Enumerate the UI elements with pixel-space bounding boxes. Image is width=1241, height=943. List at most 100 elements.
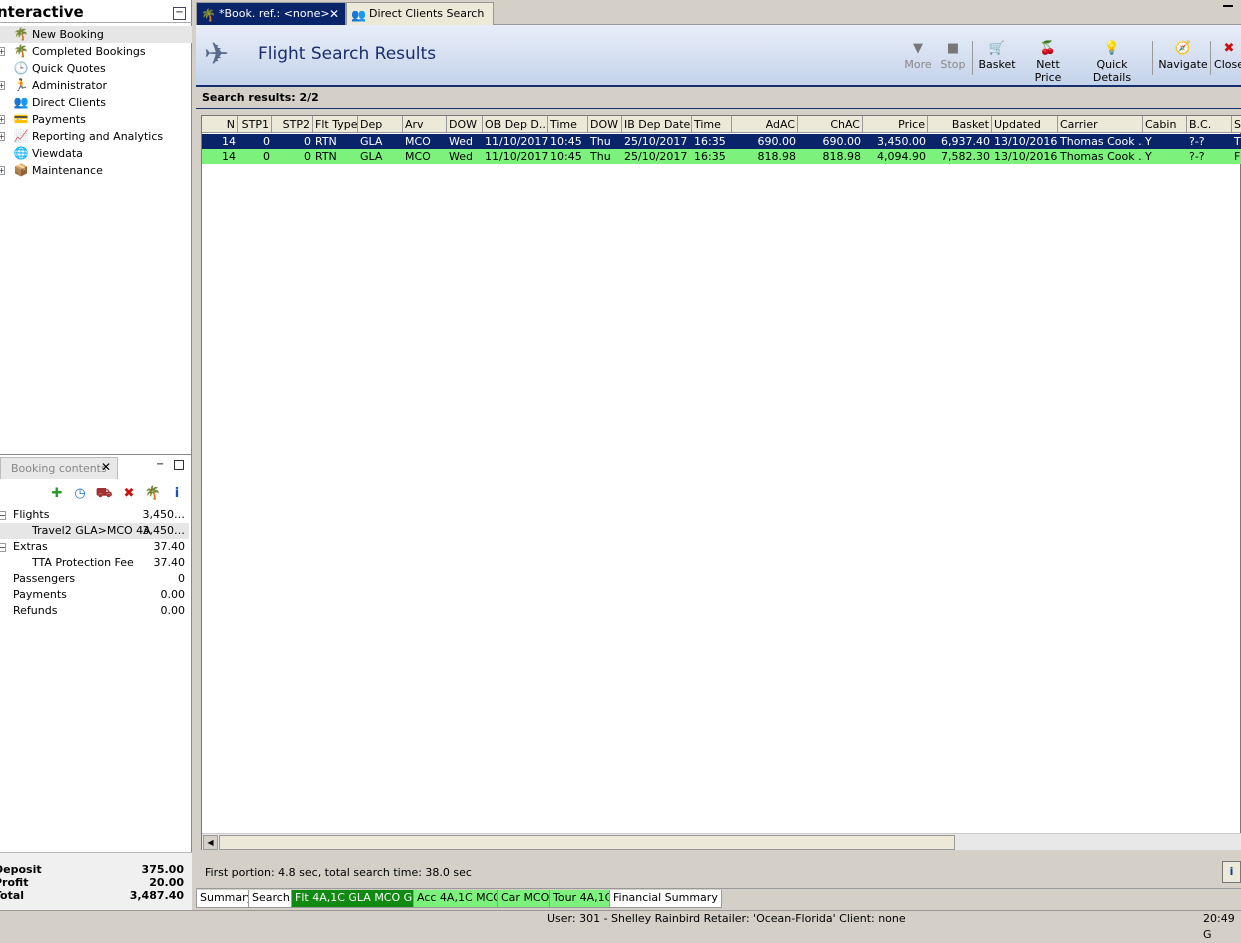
expand-icon[interactable]: + <box>0 81 5 90</box>
nav-item-label: Quick Quotes <box>32 62 106 75</box>
info-button[interactable]: i <box>1222 861 1241 883</box>
nav-item-payments[interactable]: + 💳 Payments <box>0 111 192 128</box>
column-header[interactable]: Dep <box>358 116 403 133</box>
quick-details-button[interactable]: 💡 Quick Details <box>1080 40 1144 84</box>
close-icon[interactable]: ✕ <box>329 3 339 25</box>
close-icon[interactable]: ✕ <box>101 460 111 474</box>
bottom-tab-financial-summary[interactable]: Financial Summary <box>609 890 722 908</box>
column-header[interactable]: Time <box>548 116 588 133</box>
column-header[interactable]: Basket <box>928 116 992 133</box>
column-header[interactable]: Arv <box>403 116 447 133</box>
more-button[interactable]: ▼ More <box>903 40 933 80</box>
column-header[interactable]: DOW <box>588 116 622 133</box>
table-row[interactable]: 14 0 0 RTN GLA MCO Wed 11/10/2017 10:45 Thu 25/10/… <box>202 149 1241 164</box>
column-header[interactable]: STP1 <box>238 116 272 133</box>
nav-item-icon: 💳 <box>13 112 29 126</box>
nav-item-viewdata[interactable]: 🌐 Viewdata <box>0 145 192 162</box>
column-header[interactable]: DOW <box>447 116 483 133</box>
expand-icon[interactable]: + <box>0 47 5 56</box>
column-header[interactable]: STP2 <box>272 116 313 133</box>
booking-toolbar: ✚ ◷ ⛟ ✖ 🌴 i <box>0 483 192 505</box>
tab-direct-clients-search[interactable]: 👥 Direct Clients Search <box>346 2 494 25</box>
nett-price-button[interactable]: 🍒 Nett Price <box>1022 40 1074 84</box>
table-cell: RTN <box>315 150 337 163</box>
clients-icon: 👥 <box>351 8 366 22</box>
bottom-tab-flt-4a-1c-gla-mco-gla[interactable]: Flt 4A,1C GLA MCO GLA <box>291 890 431 908</box>
basket-icon[interactable]: ⛟ <box>95 485 113 503</box>
booking-row[interactable]: Travel2 GLA>MCO 4A 3,450… <box>0 523 189 539</box>
toolbar-separator <box>1152 41 1153 75</box>
column-header[interactable]: S <box>1232 116 1241 133</box>
nav-item-icon: 🌐 <box>13 146 29 160</box>
table-cell: 0 <box>263 135 270 148</box>
results-header: ✈ Flight Search Results ▼ More ■ Stop 🛒 Baske… <box>196 25 1241 87</box>
column-header[interactable]: OB Dep D... <box>483 116 548 133</box>
nav-item-new-booking[interactable]: 🌴 New Booking <box>0 26 192 43</box>
bottom-tab-acc-4a-1c-mco[interactable]: Acc 4A,1C MCO <box>413 890 506 908</box>
tab-direct-clients-label: Direct Clients Search <box>369 7 485 20</box>
minimize-icon[interactable]: − <box>156 459 164 470</box>
column-header[interactable]: Time <box>692 116 732 133</box>
column-header[interactable]: Price <box>863 116 928 133</box>
column-header[interactable]: AdAC <box>732 116 798 133</box>
horizontal-scrollbar[interactable]: ◀ <box>202 833 1241 850</box>
nav-item-quick-quotes[interactable]: 🕒 Quick Quotes <box>0 60 192 77</box>
nav-item-completed-bookings[interactable]: + 🌴 Completed Bookings <box>0 43 192 60</box>
booking-contents-label: Booking contents <box>11 462 107 475</box>
column-header[interactable]: Updated <box>992 116 1058 133</box>
close-button[interactable]: ✖ Close <box>1214 40 1241 80</box>
booking-contents-tab[interactable]: Booking contents ✕ <box>0 457 118 479</box>
navigate-button[interactable]: 🧭 Navigate <box>1158 40 1208 80</box>
collapse-icon[interactable]: − <box>0 543 6 552</box>
scroll-thumb[interactable] <box>219 835 955 850</box>
collapse-icon[interactable]: − <box>0 511 6 520</box>
info-icon[interactable]: i <box>168 485 186 503</box>
booking-row[interactable]: − Flights 3,450… <box>0 507 189 523</box>
booking-row-value: 0.00 <box>160 588 186 601</box>
table-cell: 818.98 <box>822 150 862 163</box>
expand-icon[interactable]: + <box>0 166 5 175</box>
button-label: Basket <box>978 58 1016 71</box>
bottom-tab-tour-4a-1c[interactable]: Tour 4A,1C <box>549 890 617 908</box>
column-header[interactable]: ChAC <box>798 116 863 133</box>
delete-icon[interactable]: ✖ <box>120 485 138 503</box>
table-cell: 14 <box>222 150 236 163</box>
booking-row[interactable]: TTA Protection Fee 37.40 <box>0 555 189 571</box>
maximize-icon[interactable] <box>174 460 184 470</box>
nav-item-maintenance[interactable]: + 📦 Maintenance <box>0 162 192 179</box>
add-icon[interactable]: ✚ <box>48 485 66 503</box>
booking-row[interactable]: − Extras 37.40 <box>0 539 189 555</box>
table-cell: Wed <box>449 150 473 163</box>
booking-row[interactable]: Passengers 0 <box>0 571 189 587</box>
column-header[interactable]: Carrier <box>1058 116 1143 133</box>
column-header[interactable]: Flt Type <box>313 116 358 133</box>
basket-button[interactable]: 🛒 Basket <box>978 40 1016 80</box>
bottom-tab-car-mco[interactable]: Car MCO <box>497 890 554 908</box>
tab-booking[interactable]: 🌴 *Book. ref.: <none> ✕ <box>196 2 346 25</box>
table-cell: MCO <box>405 150 431 163</box>
table-cell: 7,582.30 <box>941 150 990 163</box>
total-value: 20.00 <box>149 876 184 889</box>
column-header[interactable]: IB Dep Date <box>622 116 692 133</box>
nav-item-direct-clients[interactable]: 👥 Direct Clients <box>0 94 192 111</box>
booking-row-value: 37.40 <box>153 556 186 569</box>
column-header[interactable]: N <box>202 116 238 133</box>
bottom-tab-search[interactable]: Search <box>248 890 294 908</box>
stop-button[interactable]: ■ Stop <box>938 40 968 80</box>
window-minimize-icon[interactable] <box>1223 5 1233 7</box>
scroll-left-icon[interactable]: ◀ <box>203 835 218 850</box>
collapse-icon[interactable]: − <box>173 7 186 20</box>
nav-item-label: Payments <box>32 113 86 126</box>
palm-icon[interactable]: 🌴 <box>144 485 162 503</box>
nav-item-reporting-and-analytics[interactable]: + 📈 Reporting and Analytics <box>0 128 192 145</box>
expand-icon[interactable]: + <box>0 132 5 141</box>
booking-row[interactable]: Refunds 0.00 <box>0 603 189 619</box>
column-header[interactable]: B.C. <box>1187 116 1232 133</box>
booking-row[interactable]: Payments 0.00 <box>0 587 189 603</box>
nav-item-administrator[interactable]: + 🏃 Administrator <box>0 77 192 94</box>
table-row[interactable]: 14 0 0 RTN GLA MCO Wed 11/10/2017 10:45 Thu 25/10/… <box>202 134 1241 149</box>
clock-icon[interactable]: ◷ <box>71 485 89 503</box>
nav-item-label: Direct Clients <box>32 96 107 109</box>
expand-icon[interactable]: + <box>0 115 5 124</box>
column-header[interactable]: Cabin <box>1143 116 1187 133</box>
